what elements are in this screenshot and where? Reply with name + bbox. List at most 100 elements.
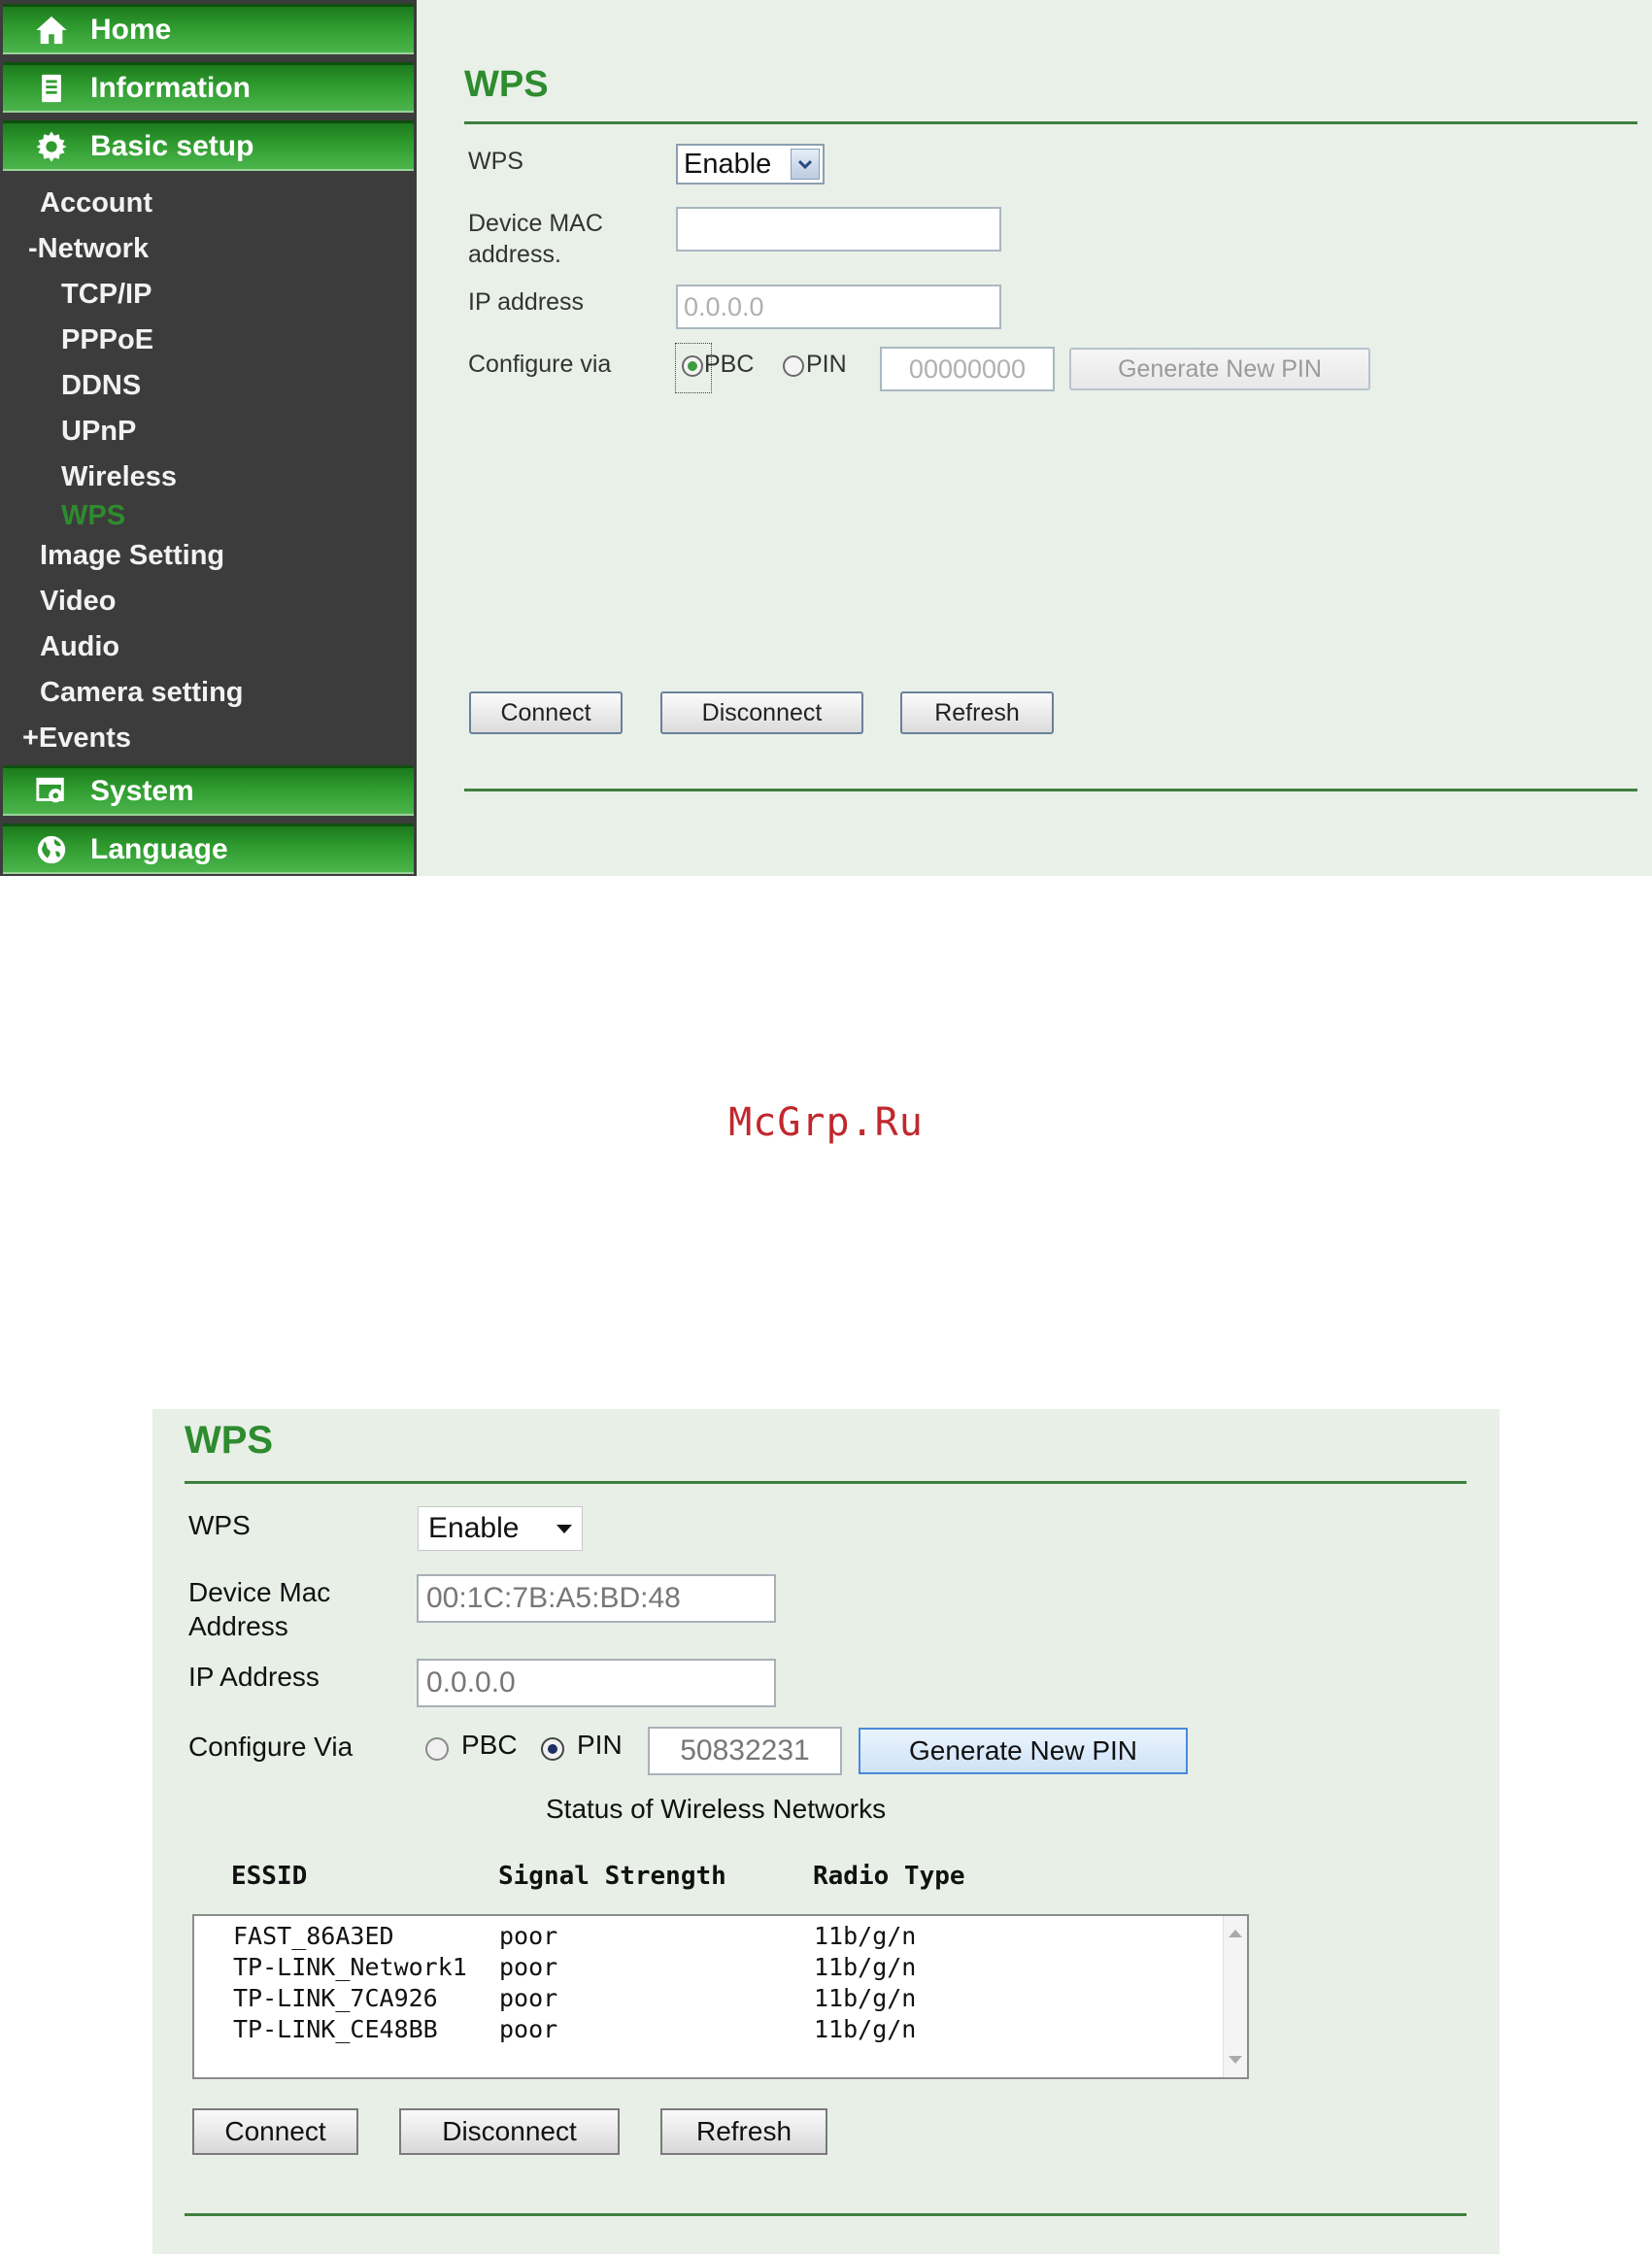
status-title: Status of Wireless Networks: [546, 1794, 887, 1824]
connect-button[interactable]: Connect: [192, 2108, 358, 2155]
mac-address-field[interactable]: 00:1C:7B:A5:BD:48: [417, 1574, 776, 1623]
sidebar-item-wireless[interactable]: Wireless: [61, 461, 177, 493]
scroll-down-icon[interactable]: [1229, 2056, 1242, 2064]
radio-type: 11b/g/n: [814, 2015, 917, 2043]
signal-strength: poor: [499, 2015, 558, 2043]
pin-label: PIN: [806, 351, 847, 378]
page-title: WPS: [185, 1419, 274, 1462]
globe-icon: [34, 832, 69, 867]
sidebar-item-ddns[interactable]: DDNS: [61, 370, 141, 402]
wps-select-value: Enable: [684, 149, 772, 180]
mac-label-line2: Address: [188, 1611, 288, 1641]
mac-label-line1: Device MAC: [468, 210, 603, 237]
wps-label: WPS: [188, 1510, 251, 1540]
radio-type: 11b/g/n: [814, 1922, 917, 1950]
menu-information-label: Information: [90, 71, 251, 104]
list-item[interactable]: TP-LINK_7CA926 poor 11b/g/n: [233, 1984, 916, 2015]
wps-settings-screenshot-old: Home Information Basic setup Account -Ne…: [0, 0, 1652, 876]
sidebar-item-upnp[interactable]: UPnP: [61, 416, 136, 448]
configure-via-label: Configure via: [468, 351, 612, 378]
sidebar-item-image-setting[interactable]: Image Setting: [40, 540, 224, 572]
wps-settings-screenshot-new: WPS WPS Enable Device Mac Address 00:1C:…: [152, 1409, 1500, 2254]
sidebar-item-wps[interactable]: WPS: [61, 500, 125, 532]
scroll-up-icon[interactable]: [1229, 1930, 1242, 1937]
menu-basic-setup[interactable]: Basic setup: [3, 120, 414, 171]
watermark-text: McGrp.Ru: [728, 1100, 924, 1145]
menu-information[interactable]: Information: [3, 62, 414, 113]
pin-radio[interactable]: [783, 355, 804, 377]
pbc-label: PBC: [704, 351, 755, 378]
caret-down-icon: [556, 1525, 572, 1533]
connect-button[interactable]: Connect: [469, 691, 623, 734]
disconnect-button[interactable]: Disconnect: [399, 2108, 620, 2155]
wps-select[interactable]: Enable: [418, 1506, 583, 1551]
ip-address-field[interactable]: 0.0.0.0: [676, 285, 1001, 329]
wps-label: WPS: [468, 148, 523, 175]
list-item[interactable]: FAST_86A3ED poor 11b/g/n: [233, 1922, 916, 1953]
column-header-essid: ESSID: [231, 1862, 308, 1891]
list-item[interactable]: TP-LINK_Network1 poor 11b/g/n: [233, 1953, 916, 1984]
ip-address-label: IP Address: [188, 1662, 320, 1692]
pin-field[interactable]: 00000000: [880, 347, 1055, 391]
essid: TP-LINK_Network1: [233, 1953, 467, 1981]
sidebar-item-video[interactable]: Video: [40, 586, 116, 618]
column-header-radio: Radio Type: [813, 1862, 965, 1891]
essid: TP-LINK_CE48BB: [233, 2015, 438, 2043]
sidebar-item-events[interactable]: +Events: [22, 723, 131, 755]
gear-icon: [34, 129, 69, 164]
scrollbar[interactable]: [1223, 1916, 1247, 2077]
essid: TP-LINK_7CA926: [233, 1984, 438, 2012]
mac-label-line2: address.: [468, 241, 561, 268]
menu-basic-setup-label: Basic setup: [90, 129, 254, 162]
title-divider: [464, 121, 1637, 124]
sidebar-item-audio[interactable]: Audio: [40, 631, 119, 663]
sidebar-item-camera-setting[interactable]: Camera setting: [40, 677, 244, 709]
pin-label: PIN: [577, 1730, 623, 1760]
wps-select[interactable]: Enable: [676, 144, 825, 185]
ip-address-label: IP address: [468, 288, 585, 316]
home-icon: [34, 13, 69, 48]
pbc-radio[interactable]: [425, 1737, 449, 1761]
document-icon: [34, 71, 69, 106]
page-title: WPS: [464, 64, 549, 105]
menu-language-label: Language: [90, 832, 228, 865]
signal-strength: poor: [499, 1953, 558, 1981]
sidebar-item-network[interactable]: -Network: [28, 233, 149, 265]
title-divider: [185, 1481, 1467, 1484]
sidebar-item-tcpip[interactable]: TCP/IP: [61, 279, 152, 311]
network-list[interactable]: FAST_86A3ED poor 11b/g/n TP-LINK_Network…: [192, 1914, 1249, 2079]
sidebar: Home Information Basic setup Account -Ne…: [0, 0, 417, 876]
refresh-button[interactable]: Refresh: [900, 691, 1054, 734]
menu-system[interactable]: System: [3, 765, 414, 816]
menu-language[interactable]: Language: [3, 824, 414, 874]
signal-strength: poor: [499, 1922, 558, 1950]
radio-type: 11b/g/n: [814, 1984, 917, 2012]
sidebar-item-pppoe[interactable]: PPPoE: [61, 324, 153, 356]
essid: FAST_86A3ED: [233, 1922, 394, 1950]
disconnect-button[interactable]: Disconnect: [660, 691, 863, 734]
menu-home[interactable]: Home: [3, 4, 414, 54]
column-header-signal: Signal Strength: [498, 1862, 726, 1891]
bottom-divider: [464, 789, 1637, 791]
pin-field[interactable]: 50832231: [648, 1727, 842, 1775]
bottom-divider: [185, 2213, 1467, 2216]
radio-type: 11b/g/n: [814, 1953, 917, 1981]
generate-pin-button[interactable]: Generate New PIN: [1069, 348, 1370, 390]
menu-home-label: Home: [90, 13, 172, 46]
sidebar-item-account[interactable]: Account: [40, 187, 152, 219]
configure-via-label: Configure Via: [188, 1732, 354, 1762]
list-item[interactable]: TP-LINK_CE48BB poor 11b/g/n: [233, 2015, 916, 2046]
pbc-radio[interactable]: [682, 355, 703, 377]
chevron-down-icon: [791, 149, 820, 180]
signal-strength: poor: [499, 1984, 558, 2012]
mac-address-field[interactable]: [676, 207, 1001, 252]
menu-system-label: System: [90, 774, 194, 807]
mac-label-line1: Device Mac: [188, 1577, 331, 1607]
pbc-label: PBC: [461, 1730, 518, 1760]
generate-pin-button[interactable]: Generate New PIN: [859, 1728, 1188, 1774]
refresh-button[interactable]: Refresh: [660, 2108, 827, 2155]
wps-form-old: WPS WPS Enable Device MAC address. IP ad…: [417, 0, 1652, 876]
ip-address-field[interactable]: 0.0.0.0: [417, 1659, 776, 1707]
pin-radio[interactable]: [541, 1737, 564, 1761]
wps-select-value: Enable: [428, 1512, 520, 1544]
